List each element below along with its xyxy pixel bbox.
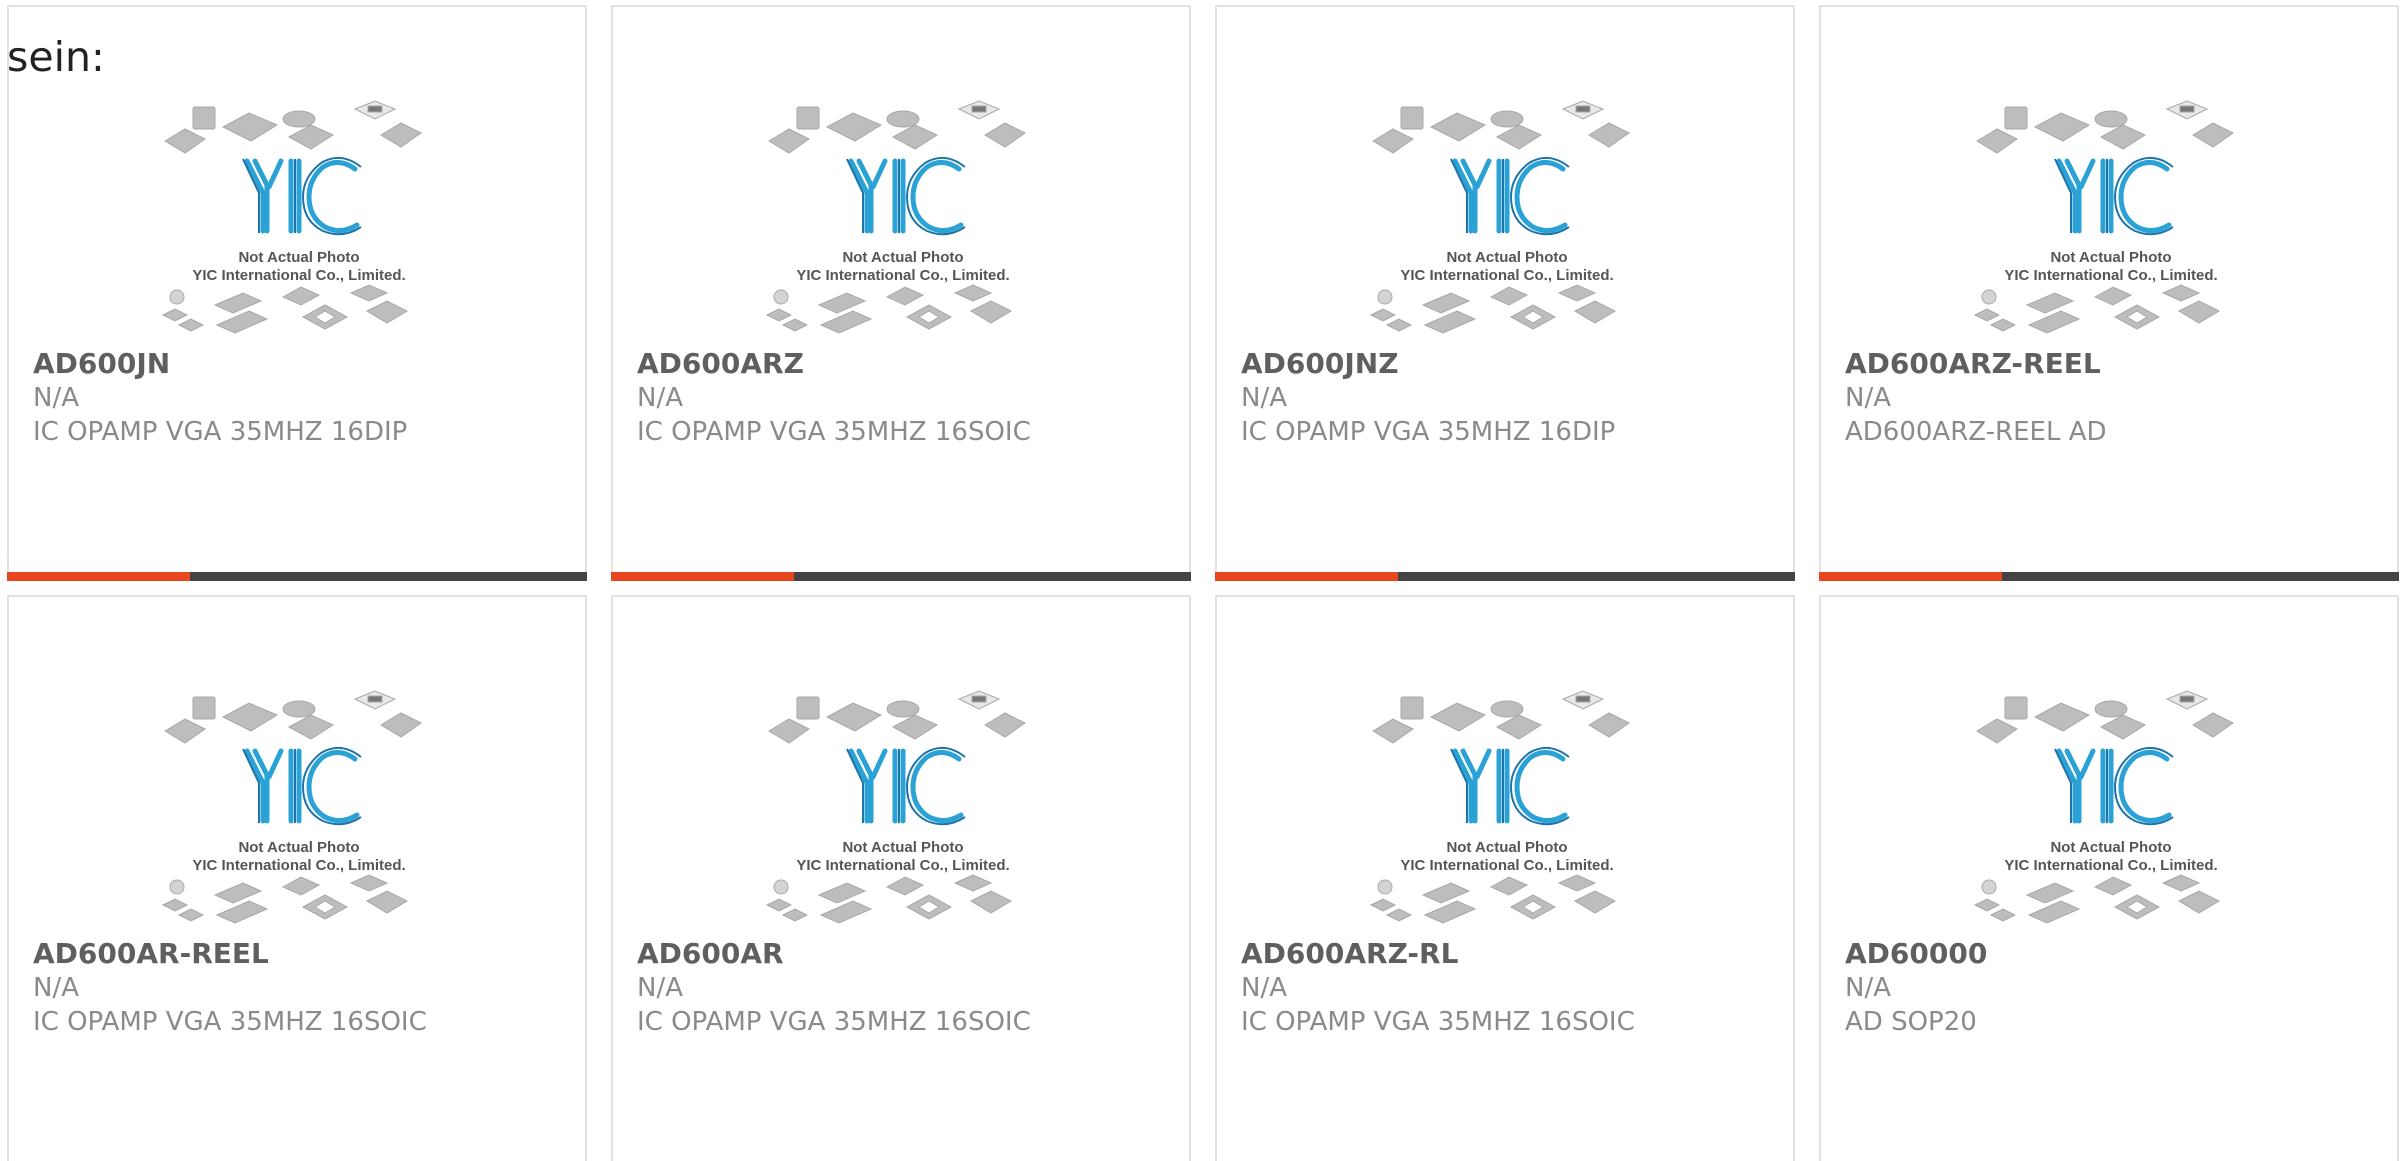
placeholder-line2: YIC International Co., Limited.	[796, 267, 1009, 284]
placeholder-line2: YIC International Co., Limited.	[192, 857, 405, 874]
placeholder-line2: YIC International Co., Limited.	[2004, 267, 2217, 284]
product-part-number[interactable]: AD600AR	[637, 937, 1173, 971]
product-description: IC OPAMP VGA 35MHZ 16SOIC	[637, 417, 1031, 447]
not-actual-photo-image: Not Actual Photo YIC International Co., …	[765, 100, 1026, 334]
product-card-1[interactable]: Not Actual Photo YIC International Co., …	[7, 5, 587, 581]
card-bar-rest	[1398, 572, 1795, 581]
product-card-5[interactable]: Not Actual Photo YIC International Co., …	[7, 595, 587, 1161]
card-bar-accent	[611, 572, 794, 581]
product-manufacturer: N/A	[1845, 973, 1891, 1003]
product-info: AD600AR-REEL N/A IC OPAMP VGA 35MHZ 16SO…	[33, 937, 569, 1039]
placeholder-line1: Not Actual Photo	[842, 249, 963, 266]
product-grid: Not Actual Photo YIC International Co., …	[7, 5, 2399, 1161]
not-actual-photo-image: Not Actual Photo YIC International Co., …	[1973, 690, 2234, 924]
product-info: AD600ARZ-REEL N/A AD600ARZ-REEL AD	[1845, 347, 2381, 449]
not-actual-photo-image: Not Actual Photo YIC International Co., …	[1973, 100, 2234, 334]
not-actual-photo-image: Not Actual Photo YIC International Co., …	[161, 690, 422, 924]
product-part-number[interactable]: AD600JN	[33, 347, 569, 381]
card-bottom-bar	[1215, 572, 1795, 581]
product-manufacturer: N/A	[637, 383, 683, 413]
intro-text: sein:	[7, 33, 105, 81]
placeholder-line1: Not Actual Photo	[2050, 839, 2171, 856]
not-actual-photo-image: Not Actual Photo YIC International Co., …	[1369, 100, 1630, 334]
placeholder-line2: YIC International Co., Limited.	[796, 857, 1009, 874]
product-card-6[interactable]: Not Actual Photo YIC International Co., …	[611, 595, 1191, 1161]
placeholder-line2: YIC International Co., Limited.	[192, 267, 405, 284]
not-actual-photo-image: Not Actual Photo YIC International Co., …	[1369, 690, 1630, 924]
card-bar-accent	[1819, 572, 2002, 581]
product-part-number[interactable]: AD600AR-REEL	[33, 937, 569, 971]
product-part-number[interactable]: AD600ARZ-REEL	[1845, 347, 2381, 381]
product-info: AD600JN N/A IC OPAMP VGA 35MHZ 16DIP	[33, 347, 569, 449]
product-card-3[interactable]: Not Actual Photo YIC International Co., …	[1215, 5, 1795, 581]
product-part-number[interactable]: AD60000	[1845, 937, 2381, 971]
product-grid-page: Not Actual Photo YIC International Co., …	[0, 0, 2400, 1161]
product-part-number[interactable]: AD600ARZ	[637, 347, 1173, 381]
product-manufacturer: N/A	[637, 973, 683, 1003]
placeholder-line2: YIC International Co., Limited.	[2004, 857, 2217, 874]
product-info: AD600ARZ N/A IC OPAMP VGA 35MHZ 16SOIC	[637, 347, 1173, 449]
product-part-number[interactable]: AD600JNZ	[1241, 347, 1777, 381]
product-description: IC OPAMP VGA 35MHZ 16DIP	[1241, 417, 1616, 447]
product-card-4[interactable]: Not Actual Photo YIC International Co., …	[1819, 5, 2399, 581]
product-manufacturer: N/A	[1241, 383, 1287, 413]
placeholder-line2: YIC International Co., Limited.	[1400, 267, 1613, 284]
product-description: IC OPAMP VGA 35MHZ 16SOIC	[33, 1007, 427, 1037]
product-description: IC OPAMP VGA 35MHZ 16SOIC	[1241, 1007, 1635, 1037]
placeholder-line1: Not Actual Photo	[238, 839, 359, 856]
placeholder-line1: Not Actual Photo	[2050, 249, 2171, 266]
product-description: IC OPAMP VGA 35MHZ 16DIP	[33, 417, 408, 447]
product-info: AD60000 N/A AD SOP20	[1845, 937, 2381, 1039]
product-info: AD600JNZ N/A IC OPAMP VGA 35MHZ 16DIP	[1241, 347, 1777, 449]
product-manufacturer: N/A	[33, 383, 79, 413]
product-description: IC OPAMP VGA 35MHZ 16SOIC	[637, 1007, 1031, 1037]
card-bar-accent	[7, 572, 190, 581]
placeholder-line2: YIC International Co., Limited.	[1400, 857, 1613, 874]
card-bottom-bar	[1819, 572, 2399, 581]
card-bar-rest	[794, 572, 1191, 581]
card-bar-rest	[190, 572, 587, 581]
placeholder-line1: Not Actual Photo	[1446, 249, 1567, 266]
product-description: AD600ARZ-REEL AD	[1845, 417, 2107, 447]
card-bar-rest	[2002, 572, 2399, 581]
product-part-number[interactable]: AD600ARZ-RL	[1241, 937, 1777, 971]
placeholder-line1: Not Actual Photo	[238, 249, 359, 266]
card-bottom-bar	[7, 572, 587, 581]
product-info: AD600ARZ-RL N/A IC OPAMP VGA 35MHZ 16SOI…	[1241, 937, 1777, 1039]
not-actual-photo-image: Not Actual Photo YIC International Co., …	[765, 690, 1026, 924]
product-card-8[interactable]: Not Actual Photo YIC International Co., …	[1819, 595, 2399, 1161]
card-bar-accent	[1215, 572, 1398, 581]
not-actual-photo-image: Not Actual Photo YIC International Co., …	[161, 100, 422, 334]
product-info: AD600AR N/A IC OPAMP VGA 35MHZ 16SOIC	[637, 937, 1173, 1039]
placeholder-line1: Not Actual Photo	[842, 839, 963, 856]
card-bottom-bar	[611, 572, 1191, 581]
product-card-2[interactable]: Not Actual Photo YIC International Co., …	[611, 5, 1191, 581]
product-manufacturer: N/A	[1241, 973, 1287, 1003]
product-card-7[interactable]: Not Actual Photo YIC International Co., …	[1215, 595, 1795, 1161]
product-manufacturer: N/A	[1845, 383, 1891, 413]
placeholder-line1: Not Actual Photo	[1446, 839, 1567, 856]
product-manufacturer: N/A	[33, 973, 79, 1003]
product-description: AD SOP20	[1845, 1007, 1977, 1037]
